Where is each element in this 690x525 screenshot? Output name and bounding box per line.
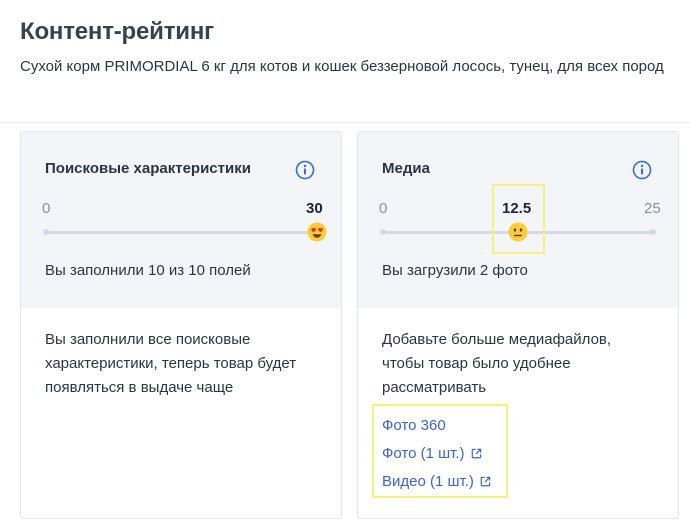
media-card: Медиа 0 25 12.5 Вы загрузили 2 фото Доба… bbox=[357, 131, 679, 519]
page-title: Контент-рейтинг bbox=[20, 18, 214, 45]
product-name: Сухой корм PRIMORDIAL 6 кг для котов и к… bbox=[20, 58, 664, 75]
card-advice: Добавьте больше медиафайлов, чтобы товар… bbox=[382, 331, 612, 396]
track-end-dot bbox=[650, 229, 656, 235]
search-characteristics-card: Поисковые характеристики 0 30 Вы заполни… bbox=[20, 131, 342, 519]
score-track bbox=[45, 231, 315, 234]
scale-min: 0 bbox=[379, 200, 388, 217]
scale-min: 0 bbox=[42, 200, 51, 217]
fields-status: Вы заполнили 10 из 10 полей bbox=[45, 262, 251, 279]
page-header: Контент-рейтинг Сухой корм PRIMORDIAL 6 … bbox=[0, 0, 690, 123]
uploads-status: Вы загрузили 2 фото bbox=[382, 262, 528, 279]
card-title: Медиа bbox=[382, 160, 430, 177]
scale-max: 25 bbox=[644, 200, 661, 217]
heart-eyes-face-icon bbox=[307, 222, 327, 242]
value-highlight bbox=[492, 184, 545, 254]
card-summary-panel: Поисковые характеристики 0 30 Вы заполни… bbox=[21, 132, 341, 308]
info-icon[interactable] bbox=[295, 160, 315, 180]
info-icon[interactable] bbox=[632, 160, 652, 180]
score-value: 30 bbox=[306, 200, 323, 217]
card-title: Поисковые характеристики bbox=[45, 160, 251, 177]
card-advice: Вы заполнили все поисковые характеристик… bbox=[45, 331, 297, 396]
links-highlight bbox=[372, 404, 508, 498]
